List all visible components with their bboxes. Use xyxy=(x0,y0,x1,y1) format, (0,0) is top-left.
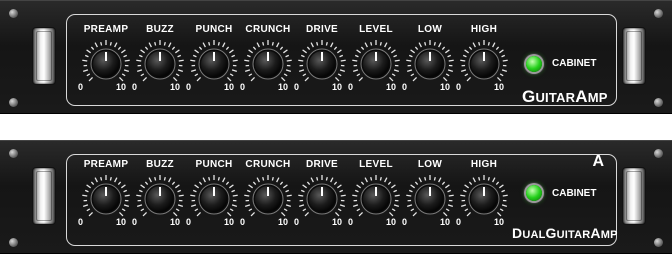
guitar-amp-unit: PREAMP010BUZZ010PUNCH010CRUNCH010DRIVE01… xyxy=(0,0,672,114)
screw-icon xyxy=(9,238,18,247)
cabinet-led-indicator[interactable] xyxy=(526,185,542,201)
knob-max-label: 10 xyxy=(278,217,288,227)
brand-logo-guitar-amp: GUITARAMP xyxy=(522,87,608,107)
knob-min-label: 0 xyxy=(240,82,245,92)
knob-max-label: 10 xyxy=(386,82,396,92)
rack-handle-left xyxy=(33,28,55,84)
knob-min-label: 0 xyxy=(186,82,191,92)
knob-max-label: 10 xyxy=(278,82,288,92)
knob-max-label: 10 xyxy=(170,217,180,227)
knob-dial-icon[interactable] xyxy=(133,37,187,83)
knob-min-label: 0 xyxy=(456,217,461,227)
knob-dial-icon[interactable] xyxy=(241,37,295,83)
rack-handle-right xyxy=(623,28,645,84)
cabinet-label: CABINET xyxy=(552,188,596,199)
screw-icon xyxy=(9,9,18,18)
rack-handle-right xyxy=(623,168,645,224)
knob-max-label: 10 xyxy=(332,217,342,227)
knob-dial-icon[interactable] xyxy=(457,37,511,83)
knob-min-label: 0 xyxy=(348,82,353,92)
knob-max-label: 10 xyxy=(494,217,504,227)
knob-dial-icon[interactable] xyxy=(403,172,457,218)
knob-min-label: 0 xyxy=(78,82,83,92)
knob-min-label: 0 xyxy=(132,217,137,227)
knob-max-label: 10 xyxy=(224,82,234,92)
knob-min-label: 0 xyxy=(240,217,245,227)
knob-max-label: 10 xyxy=(170,82,180,92)
knob-dial-icon[interactable] xyxy=(79,172,133,218)
knob-min-label: 0 xyxy=(132,82,137,92)
knob-min-label: 0 xyxy=(186,217,191,227)
screw-icon xyxy=(9,98,18,107)
knob-high[interactable]: HIGH010 xyxy=(457,159,511,227)
knob-label: HIGH xyxy=(447,24,521,35)
cabinet-led-indicator[interactable] xyxy=(526,56,542,72)
screw-icon xyxy=(654,149,663,158)
cabinet-label: CABINET xyxy=(552,58,596,69)
knob-min-label: 0 xyxy=(348,217,353,227)
knob-min-label: 0 xyxy=(402,82,407,92)
screw-icon xyxy=(654,238,663,247)
knob-dial-icon[interactable] xyxy=(403,37,457,83)
screw-icon xyxy=(654,9,663,18)
knob-dial-icon[interactable] xyxy=(349,172,403,218)
knob-max-label: 10 xyxy=(224,217,234,227)
knob-dial-icon[interactable] xyxy=(241,172,295,218)
knob-dial-icon[interactable] xyxy=(295,37,349,83)
knob-min-label: 0 xyxy=(456,82,461,92)
knob-min-label: 0 xyxy=(78,217,83,227)
knob-max-label: 10 xyxy=(440,217,450,227)
dual-guitar-amp-unit: PREAMP010BUZZ010PUNCH010CRUNCH010DRIVE01… xyxy=(0,140,672,254)
knob-dial-icon[interactable] xyxy=(187,172,241,218)
brand-logo-dual-guitar-amp: DUALGUITARAMP xyxy=(512,225,618,241)
knob-max-label: 10 xyxy=(440,82,450,92)
knob-min-label: 0 xyxy=(294,82,299,92)
knob-high[interactable]: HIGH010 xyxy=(457,24,511,92)
knob-dial-icon[interactable] xyxy=(133,172,187,218)
knob-min-label: 0 xyxy=(402,217,407,227)
screw-icon xyxy=(9,149,18,158)
knob-dial-icon[interactable] xyxy=(187,37,241,83)
knob-max-label: 10 xyxy=(116,82,126,92)
knob-dial-icon[interactable] xyxy=(457,172,511,218)
knob-min-label: 0 xyxy=(294,217,299,227)
knob-max-label: 10 xyxy=(386,217,396,227)
knob-max-label: 10 xyxy=(116,217,126,227)
knob-dial-icon[interactable] xyxy=(349,37,403,83)
knob-max-label: 10 xyxy=(494,82,504,92)
slot-letter: A xyxy=(592,153,604,171)
knob-dial-icon[interactable] xyxy=(295,172,349,218)
knob-dial-icon[interactable] xyxy=(79,37,133,83)
knob-max-label: 10 xyxy=(332,82,342,92)
screw-icon xyxy=(654,98,663,107)
rack-handle-left xyxy=(33,168,55,224)
knob-label: HIGH xyxy=(447,159,521,170)
